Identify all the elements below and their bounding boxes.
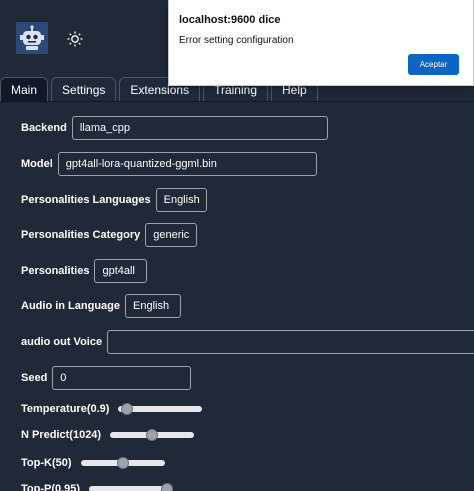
top-p-label: Top-P(0.95) (21, 483, 81, 491)
personalities-category-label: Personalities Category (21, 229, 141, 241)
backend-select[interactable]: llama_cpp (71, 116, 328, 140)
n-predict-row: N Predict(1024) (21, 429, 195, 441)
personalities-select[interactable]: gpt4all (94, 259, 148, 283)
personalities-languages-label: Personalities Languages (21, 194, 151, 206)
personalities-languages-select[interactable]: English (155, 188, 207, 212)
audio-out-voice-input[interactable] (107, 330, 474, 354)
top-p-slider-thumb[interactable] (161, 483, 174, 491)
top-k-slider[interactable] (80, 457, 165, 469)
audio-in-language-row: Audio in Language English (21, 294, 181, 318)
backend-label: Backend (21, 122, 67, 134)
temperature-row: Temperature(0.9) (21, 403, 203, 415)
top-k-slider-thumb[interactable] (116, 457, 129, 469)
model-select[interactable]: gpt4all-lora-quantized-ggml.bin (57, 152, 317, 176)
main-settings-panel: Backend llama_cpp Model gpt4all-lora-qua… (0, 102, 474, 491)
audio-in-language-select[interactable]: English (125, 294, 181, 318)
temperature-slider-thumb[interactable] (120, 403, 133, 415)
tab-settings[interactable]: Settings (51, 77, 117, 101)
alert-dialog-title: localhost:9600 dice (179, 14, 281, 26)
seed-row: Seed (21, 366, 192, 390)
accept-button[interactable]: Aceptar (408, 54, 459, 75)
n-predict-label: N Predict(1024) (21, 429, 102, 441)
top-k-label: Top-K(50) (21, 457, 72, 469)
personalities-languages-row: Personalities Languages English (21, 188, 207, 212)
audio-out-voice-row: audio out Voice (21, 330, 474, 354)
n-predict-slider[interactable] (110, 429, 195, 441)
personalities-label: Personalities (21, 265, 90, 277)
personalities-row: Personalities gpt4all (21, 259, 148, 283)
alert-dialog: localhost:9600 dice Error setting config… (168, 0, 474, 86)
top-p-slider[interactable] (89, 483, 174, 491)
audio-out-voice-label: audio out Voice (21, 336, 103, 348)
personalities-category-row: Personalities Category generic (21, 223, 198, 247)
personalities-category-select[interactable]: generic (145, 223, 198, 247)
sun-icon[interactable] (66, 30, 84, 48)
seed-input[interactable] (52, 366, 192, 390)
temperature-slider[interactable] (118, 403, 203, 415)
n-predict-slider-thumb[interactable] (146, 429, 159, 441)
temperature-label: Temperature(0.9) (21, 403, 110, 415)
alert-dialog-message: Error setting configuration (179, 35, 294, 46)
top-p-row: Top-P(0.95) (21, 483, 174, 491)
model-row: Model gpt4all-lora-quantized-ggml.bin (21, 152, 317, 176)
tab-main[interactable]: Main (0, 77, 49, 101)
model-label: Model (21, 158, 53, 170)
audio-in-language-label: Audio in Language (21, 300, 120, 312)
backend-row: Backend llama_cpp (21, 116, 328, 140)
seed-label: Seed (21, 372, 48, 384)
robot-icon[interactable] (16, 22, 48, 54)
top-k-row: Top-K(50) (21, 457, 165, 469)
